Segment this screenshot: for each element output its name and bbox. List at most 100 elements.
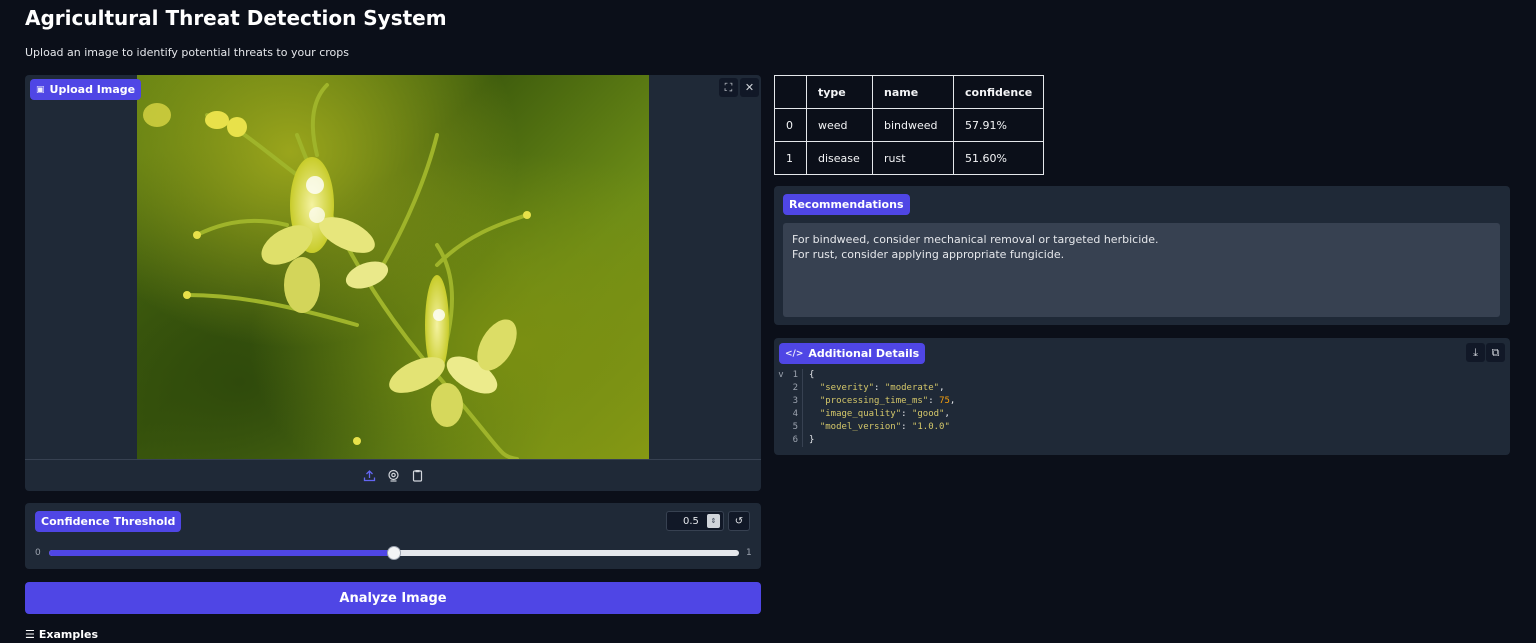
code-icon: </> [785,348,804,359]
slider-max-label: 1 [746,548,752,558]
page-title: Agricultural Threat Detection System [25,6,447,30]
confidence-threshold-label: Confidence Threshold [35,511,182,532]
code-token: , [939,383,945,393]
reset-icon[interactable]: ↺ [728,511,750,531]
code-content: { [809,369,814,382]
cell-type[interactable]: weed [806,108,873,142]
code-content: } [809,434,814,447]
code-token: : [874,383,885,393]
analyze-image-button[interactable]: Analyze Image [25,582,761,614]
line-number: 4 [792,409,798,419]
cell-type[interactable]: disease [806,141,873,175]
header-type[interactable]: type [806,75,873,109]
flower-photo [143,83,531,459]
gutter-divider [802,421,803,434]
clipboard-icon[interactable] [409,468,425,484]
uploaded-image [137,75,649,459]
code-token: : [928,396,940,406]
json-toolbar: ⤓ ⧉ [1466,343,1505,362]
code-token: "image_quality" [819,409,902,419]
upload-image-label-text: Upload Image [49,83,136,96]
cell-confidence[interactable]: 57.91% [952,108,1045,142]
fullscreen-icon[interactable]: ⛶ [719,78,738,97]
code-line: 2 "severity": "moderate", [774,382,1510,395]
cell-name[interactable]: bindweed [872,108,954,142]
header-confidence[interactable]: confidence [952,75,1045,109]
code-token: 75 [939,396,950,406]
gutter-divider [802,369,803,382]
recommendation-line: For rust, consider applying appropriate … [792,248,1065,261]
code-token: "severity" [819,383,875,393]
line-number: 5 [792,422,798,432]
threshold-number-input[interactable]: 0.5 ⇕ [666,511,724,531]
upload-image-label: ▣ Upload Image [30,79,142,100]
copy-icon[interactable]: ⧉ [1486,343,1505,362]
gutter-divider [802,395,803,408]
code-token: : [901,409,912,419]
code-content: "severity": "moderate", [809,382,945,395]
image-toolbar: ⛶ ✕ [719,78,759,97]
confidence-threshold-panel: Confidence Threshold 0.5 ⇕ ↺ 0 1 [25,503,761,569]
code-content: "processing_time_ms": 75, [809,395,955,408]
fold-gutter [774,382,788,395]
line-number: 2 [792,383,798,393]
cell-name[interactable]: rust [872,141,954,175]
results-table: type name confidence 0 weed bindweed 57.… [774,75,1045,175]
code-content: "model_version": "1.0.0" [809,421,950,434]
additional-details-label: </> Additional Details [779,343,926,364]
image-upload-panel[interactable]: ▣ Upload Image ⛶ ✕ [25,75,761,491]
page-subtitle: Upload an image to identify potential th… [25,46,349,59]
code-token: { [809,370,815,380]
slider-thumb[interactable] [387,546,401,560]
additional-details-panel: </> Additional Details ⤓ ⧉ v 1 {2 "severit… [774,338,1510,455]
fold-gutter [774,434,788,447]
code-line: v 1 { [774,369,1510,382]
fold-gutter [774,421,788,434]
fold-chevron-icon[interactable]: v [774,369,788,382]
table-row: 1 disease rust 51.60% [774,141,1045,175]
threshold-value: 0.5 [683,515,699,527]
line-number: 1 [792,370,798,380]
recommendations-panel: Recommendations For bindweed, consider m… [774,186,1510,325]
cell-index[interactable]: 1 [774,141,807,175]
slider-fill [49,550,394,556]
examples-toggle[interactable]: ☰ Examples [25,628,98,641]
gutter-divider [802,434,803,447]
header-index[interactable] [774,75,807,109]
fold-gutter [774,395,788,408]
line-number: 3 [792,396,798,406]
recommendations-textbox[interactable]: For bindweed, consider mechanical remova… [783,223,1500,317]
recommendations-label: Recommendations [783,194,910,215]
json-viewer[interactable]: v 1{2 "severity": "moderate", 3 "processin… [774,369,1510,447]
code-token: "good" [911,409,945,419]
code-token: , [949,396,956,406]
download-icon[interactable]: ⤓ [1466,343,1485,362]
code-token: "1.0.0" [911,422,950,432]
spinner-icon[interactable]: ⇕ [707,514,720,528]
cell-confidence[interactable]: 51.60% [952,141,1045,175]
webcam-icon[interactable] [385,468,401,484]
slider-min-label: 0 [35,548,41,558]
threshold-slider[interactable] [49,546,739,560]
additional-details-label-text: Additional Details [808,347,920,360]
image-icon: ▣ [36,84,45,95]
code-token: "moderate" [884,383,940,393]
upload-icon[interactable] [361,468,377,484]
fold-gutter [774,408,788,421]
code-token: "processing_time_ms" [819,396,929,406]
code-line: 4 "image_quality": "good", [774,408,1510,421]
gutter-divider [802,408,803,421]
cell-index[interactable]: 0 [774,108,807,142]
table-row: 0 weed bindweed 57.91% [774,108,1045,142]
gutter-divider [802,382,803,395]
code-token: , [944,409,950,419]
table-header-row: type name confidence [774,75,1045,109]
image-source-bar [25,459,761,491]
close-icon[interactable]: ✕ [740,78,759,97]
examples-label: Examples [38,628,99,641]
code-token: "model_version" [819,422,902,432]
list-icon: ☰ [25,628,35,641]
code-content: "image_quality": "good", [809,408,950,421]
header-name[interactable]: name [872,75,954,109]
code-line: 6} [774,434,1510,447]
